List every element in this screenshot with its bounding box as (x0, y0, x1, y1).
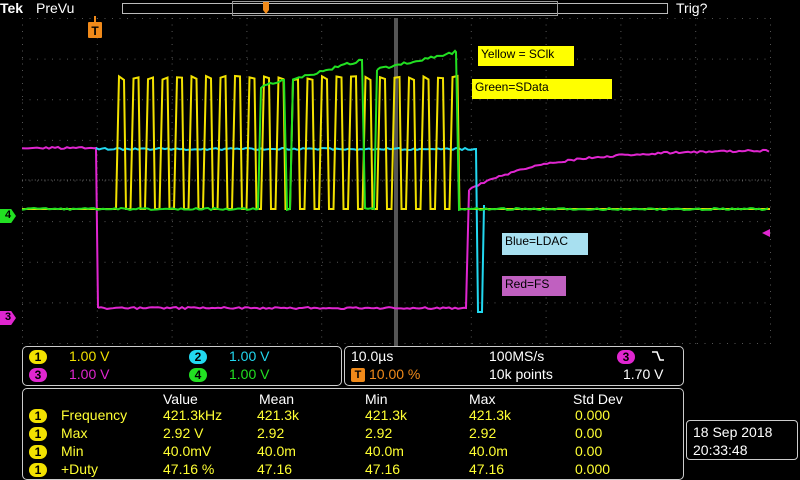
date-time-display: 18 Sep 2018 20:33:48 (686, 420, 798, 460)
ch3-marker-label: 3 (5, 311, 11, 323)
meas-mean: 2.92 (257, 425, 284, 441)
trigger-position[interactable]: 10.00 % (369, 366, 420, 382)
meas-max: 47.16 (469, 461, 504, 477)
meas-value: 2.92 V (163, 425, 203, 441)
measurements-panel: Value Mean Min Max Std Dev 1 Frequency 4… (22, 388, 684, 480)
meas-max: 2.92 (469, 425, 496, 441)
measurement-row-max[interactable]: 1 Max 2.92 V 2.92 2.92 2.92 0.00 (31, 425, 691, 443)
time: 20:33:48 (693, 441, 791, 459)
horizontal-scale[interactable]: 10.0µs (351, 348, 393, 364)
falling-edge-icon[interactable] (651, 349, 665, 363)
meas-min: 2.92 (365, 425, 392, 441)
meas-mean: 421.3k (257, 407, 299, 423)
annotation-blue: Blue=LDAC (502, 233, 588, 255)
date: 18 Sep 2018 (693, 423, 791, 441)
measurement-row-min[interactable]: 1 Min 40.0mV 40.0m 40.0m 40.0m 0.00 (31, 443, 691, 461)
ch2-badge[interactable]: 2 (189, 350, 207, 364)
header-max: Max (469, 391, 495, 407)
ch4-marker-label: 4 (5, 209, 11, 221)
annotation-green: Green=SData (472, 79, 612, 99)
meas-min: 47.16 (365, 461, 400, 477)
annotation-red: Red=FS (502, 276, 566, 296)
meas-max: 40.0m (469, 443, 508, 459)
ch4-badge[interactable]: 4 (189, 368, 207, 382)
meas-name: +Duty (61, 461, 98, 477)
meas-std: 0.000 (575, 461, 610, 477)
meas-name: Frequency (61, 407, 127, 423)
ch3-badge[interactable]: 3 (29, 368, 47, 382)
annotation-yellow: Yellow = SClk (478, 46, 574, 66)
header-min: Min (365, 391, 388, 407)
meas-value: 40.0mV (163, 443, 211, 459)
meas-ch-badge: 1 (29, 409, 47, 423)
meas-std: 0.000 (575, 407, 610, 423)
timebase-panel: 10.0µs 100MS/s 3 T 10.00 % 10k points 1.… (344, 346, 684, 386)
meas-std: 0.00 (575, 443, 602, 459)
channel-scale-panel: 1 1.00 V 2 1.00 V 3 1.00 V 4 1.00 V (22, 346, 342, 386)
record-length[interactable]: 10k points (489, 366, 553, 382)
meas-std: 0.00 (575, 425, 602, 441)
meas-mean: 47.16 (257, 461, 292, 477)
trigger-offset-icon: T (351, 368, 365, 382)
ch1-badge[interactable]: 1 (29, 350, 47, 364)
meas-value: 47.16 % (163, 461, 214, 477)
trigger-level[interactable]: 1.70 V (623, 366, 663, 382)
meas-min: 421.3k (365, 407, 407, 423)
measurement-row-duty[interactable]: 1 +Duty 47.16 % 47.16 47.16 47.16 0.000 (31, 461, 691, 479)
meas-ch-badge: 1 (29, 463, 47, 477)
meas-ch-badge: 1 (29, 445, 47, 459)
meas-min: 40.0m (365, 443, 404, 459)
trigger-position-top-icon (263, 2, 269, 14)
meas-max: 421.3k (469, 407, 511, 423)
header-value: Value (163, 391, 198, 407)
meas-name: Min (61, 443, 84, 459)
header-mean: Mean (259, 391, 294, 407)
ch4-scale[interactable]: 1.00 V (229, 366, 269, 382)
sample-rate: 100MS/s (489, 348, 544, 364)
trigger-source-badge[interactable]: 3 (617, 350, 635, 364)
ch3-scale[interactable]: 1.00 V (69, 366, 109, 382)
meas-value: 421.3kHz (163, 407, 222, 423)
header-std-dev: Std Dev (573, 391, 623, 407)
meas-ch-badge: 1 (29, 427, 47, 441)
ch1-scale[interactable]: 1.00 V (69, 348, 109, 364)
measurement-row-frequency[interactable]: 1 Frequency 421.3kHz 421.3k 421.3k 421.3… (31, 407, 691, 425)
meas-mean: 40.0m (257, 443, 296, 459)
ch2-scale[interactable]: 1.00 V (229, 348, 269, 364)
meas-name: Max (61, 425, 87, 441)
trigger-marker-label: T (91, 24, 99, 38)
